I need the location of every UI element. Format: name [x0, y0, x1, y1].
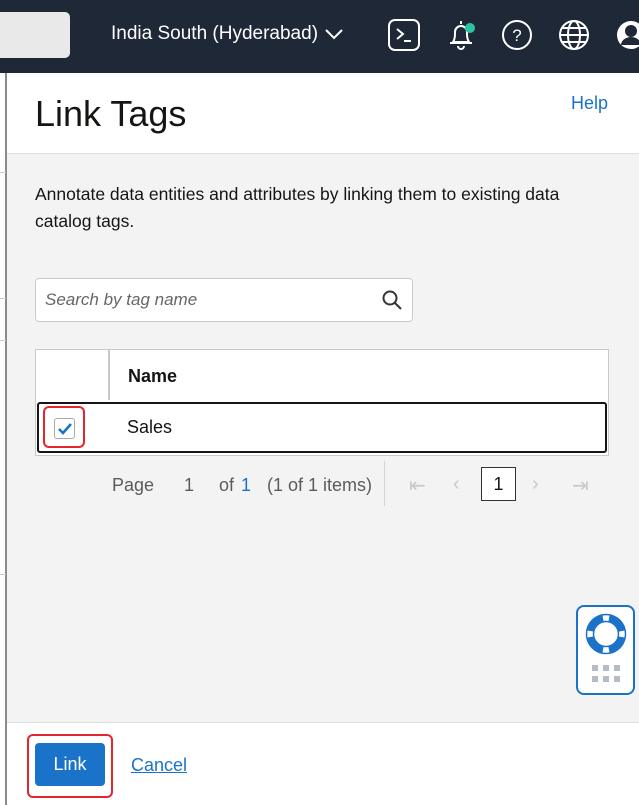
tag-search-field[interactable]	[35, 278, 413, 322]
bell-icon[interactable]	[444, 18, 478, 52]
table-header: Name	[36, 350, 608, 400]
column-header-name[interactable]: Name	[128, 366, 177, 387]
search-input[interactable]	[45, 290, 365, 310]
panel-description: Annotate data entities and attributes by…	[35, 184, 560, 231]
console-search-box[interactable]	[0, 12, 70, 58]
lifebuoy-icon	[585, 613, 627, 655]
page-label: Page	[112, 475, 155, 495]
table-row[interactable]: Sales	[37, 402, 607, 453]
tags-table: Name Sales	[35, 349, 609, 456]
chevron-down-icon	[325, 29, 343, 40]
globe-icon[interactable]	[557, 18, 591, 52]
background-divider	[0, 574, 6, 575]
current-page-button[interactable]: 1	[481, 467, 516, 501]
region-selector[interactable]: India South (Hyderabad)	[111, 23, 344, 45]
background-page	[0, 73, 7, 805]
previous-page-icon[interactable]: ‹	[453, 473, 460, 496]
svg-text:?: ?	[512, 26, 521, 45]
top-navigation-bar: India South (Hyderabad) ?	[0, 0, 639, 73]
help-icon[interactable]: ?	[500, 18, 534, 52]
panel-header: Link Tags Help	[7, 73, 639, 154]
region-label: India South (Hyderabad)	[111, 23, 319, 44]
first-page-icon[interactable]: ⇤	[409, 473, 426, 498]
cloud-shell-icon[interactable]	[387, 18, 421, 52]
panel-footer: Link Cancel	[7, 722, 639, 805]
link-tags-panel: Link Tags Help Annotate data entities an…	[7, 73, 639, 805]
row-name: Sales	[127, 417, 173, 437]
checkbox-highlight	[43, 406, 85, 448]
background-divider	[0, 172, 6, 173]
user-avatar-icon[interactable]	[614, 18, 639, 52]
background-divider	[0, 298, 6, 299]
cancel-link[interactable]: Cancel	[131, 755, 187, 776]
total-pages: 1	[241, 475, 252, 495]
search-icon[interactable]	[382, 290, 402, 310]
of-label: of	[219, 475, 235, 495]
last-page-icon[interactable]: ⇥	[572, 473, 589, 498]
pager-divider	[384, 461, 385, 506]
support-widget[interactable]	[576, 605, 635, 695]
page-title: Link Tags	[35, 93, 187, 134]
next-page-icon[interactable]: ›	[532, 473, 539, 496]
column-divider	[108, 350, 110, 400]
link-button[interactable]: Link	[35, 743, 105, 786]
items-count: (1 of 1 items)	[267, 475, 373, 495]
grid-dots-icon	[592, 665, 620, 682]
page-number-input[interactable]: 1	[184, 475, 194, 496]
help-link[interactable]: Help	[571, 93, 608, 114]
background-divider	[0, 340, 6, 341]
notification-dot	[465, 23, 475, 33]
row-checkbox[interactable]	[54, 418, 75, 439]
checkmark-icon	[58, 423, 72, 435]
